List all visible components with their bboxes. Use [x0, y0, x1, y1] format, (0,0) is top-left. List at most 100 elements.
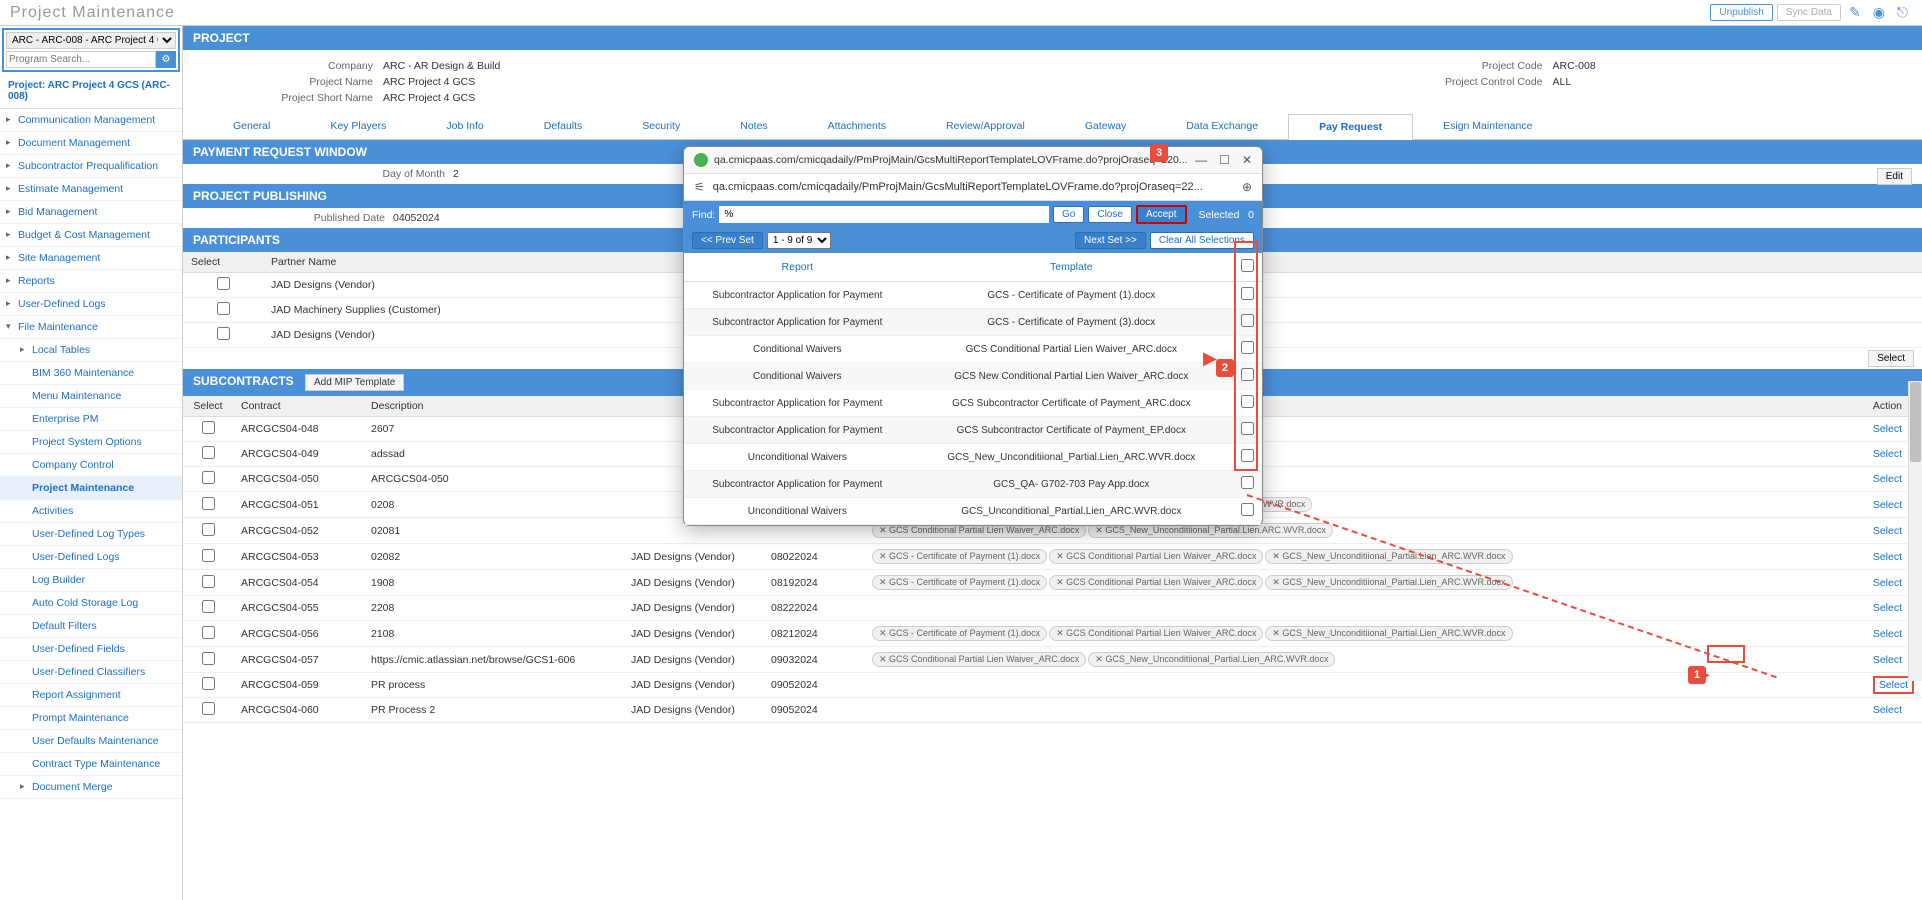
nav-item-budget-cost-management[interactable]: Budget & Cost Management	[0, 224, 182, 247]
zoom-icon[interactable]: ⊕	[1242, 180, 1252, 194]
close-button[interactable]: Close	[1088, 206, 1132, 223]
select-link[interactable]: Select	[1873, 551, 1902, 563]
nav-item-user-defined-classifiers[interactable]: User-Defined Classifiers	[0, 661, 182, 684]
row-checkbox[interactable]	[202, 523, 215, 536]
nav-item-prompt-maintenance[interactable]: Prompt Maintenance	[0, 707, 182, 730]
row-checkbox[interactable]	[202, 497, 215, 510]
next-set-button[interactable]: Next Set >>	[1075, 232, 1146, 249]
tab-defaults[interactable]: Defaults	[514, 114, 613, 139]
tune-icon[interactable]: ⚟	[694, 180, 705, 194]
row-checkbox[interactable]	[1241, 503, 1254, 516]
pill[interactable]: ✕ GCS_New_Unconditiional_Partial.Lien_AR…	[1265, 575, 1512, 590]
nav-item-contract-type-maintenance[interactable]: Contract Type Maintenance	[0, 753, 182, 776]
sync-data-button[interactable]: Sync Data	[1777, 4, 1841, 21]
row-checkbox[interactable]	[217, 302, 230, 315]
pill[interactable]: ✕ GCS - Certificate of Payment (1).docx	[872, 626, 1047, 641]
select-link[interactable]: Select	[1873, 704, 1902, 716]
nav-item-project-maintenance[interactable]: Project Maintenance	[0, 477, 182, 500]
pill[interactable]: ✕ GCS_New_Unconditiional_Partial.Lien_AR…	[1088, 652, 1335, 667]
row-checkbox[interactable]	[202, 446, 215, 459]
row-checkbox[interactable]	[217, 277, 230, 290]
pager-select[interactable]: 1 - 9 of 9	[767, 232, 831, 249]
tab-key-players[interactable]: Key Players	[300, 114, 416, 139]
nav-item-enterprise-pm[interactable]: Enterprise PM	[0, 408, 182, 431]
row-checkbox[interactable]	[202, 549, 215, 562]
pill[interactable]: ✕ GCS_New_Unconditiional_Partial.Lien_AR…	[1265, 549, 1512, 564]
row-checkbox[interactable]	[202, 702, 215, 715]
pill[interactable]: ✕ GCS_New_Unconditiional_Partial.Lien_AR…	[1265, 626, 1512, 641]
nav-item-log-builder[interactable]: Log Builder	[0, 569, 182, 592]
minimize-icon[interactable]: —	[1195, 153, 1207, 167]
go-button[interactable]: Go	[1053, 206, 1084, 223]
nav-item-project-system-options[interactable]: Project System Options	[0, 431, 182, 454]
pill[interactable]: ✕ GCS - Certificate of Payment (1).docx	[872, 549, 1047, 564]
tab-general[interactable]: General	[203, 114, 300, 139]
participants-select-button[interactable]: Select	[1868, 350, 1914, 367]
nav-item-report-assignment[interactable]: Report Assignment	[0, 684, 182, 707]
select-link[interactable]: Select	[1873, 423, 1902, 435]
nav-item-activities[interactable]: Activities	[0, 500, 182, 523]
row-checkbox[interactable]	[202, 600, 215, 613]
maximize-icon[interactable]: ☐	[1219, 153, 1230, 167]
select-link[interactable]: Select	[1873, 525, 1902, 537]
select-link[interactable]: Select	[1873, 654, 1902, 666]
row-checkbox[interactable]	[1241, 368, 1254, 381]
select-link[interactable]: Select	[1873, 602, 1902, 614]
select-link[interactable]: Select	[1873, 628, 1902, 640]
nav-item-site-management[interactable]: Site Management	[0, 247, 182, 270]
tab-review-approval[interactable]: Review/Approval	[916, 114, 1055, 139]
select-link[interactable]: Select	[1873, 448, 1902, 460]
tab-attachments[interactable]: Attachments	[798, 114, 916, 139]
row-checkbox[interactable]	[1241, 314, 1254, 327]
row-checkbox[interactable]	[202, 652, 215, 665]
nav-item-file-maintenance[interactable]: File Maintenance	[0, 316, 182, 339]
row-checkbox[interactable]	[202, 626, 215, 639]
row-checkbox[interactable]	[1241, 422, 1254, 435]
unpublish-button[interactable]: Unpublish	[1710, 4, 1772, 21]
row-checkbox[interactable]	[217, 327, 230, 340]
pill[interactable]: ✕ GCS - Certificate of Payment (1).docx	[872, 575, 1047, 590]
pill[interactable]: ✕ GCS Conditional Partial Lien Waiver_AR…	[1049, 575, 1263, 590]
nav-item-reports[interactable]: Reports	[0, 270, 182, 293]
nav-item-user-defined-log-types[interactable]: User-Defined Log Types	[0, 523, 182, 546]
nav-item-bid-management[interactable]: Bid Management	[0, 201, 182, 224]
nav-item-local-tables[interactable]: Local Tables	[0, 339, 182, 362]
row-checkbox[interactable]	[1241, 395, 1254, 408]
clear-all-button[interactable]: Clear All Selections	[1150, 232, 1254, 249]
nav-item-estimate-management[interactable]: Estimate Management	[0, 178, 182, 201]
nav-item-user-defined-logs[interactable]: User-Defined Logs	[0, 546, 182, 569]
row-checkbox[interactable]	[1241, 287, 1254, 300]
nav-item-user-defined-logs[interactable]: User-Defined Logs	[0, 293, 182, 316]
close-icon[interactable]: ✕	[1242, 153, 1252, 167]
pill[interactable]: ✕ GCS Conditional Partial Lien Waiver_AR…	[872, 652, 1086, 667]
tab-notes[interactable]: Notes	[710, 114, 797, 139]
project-select[interactable]: ARC - ARC-008 - ARC Project 4 GCS	[6, 32, 176, 49]
row-checkbox[interactable]	[1241, 449, 1254, 462]
tab-security[interactable]: Security	[612, 114, 710, 139]
select-link[interactable]: Select	[1873, 499, 1902, 511]
edit-icon[interactable]: ✎	[1845, 4, 1865, 21]
tab-pay-request[interactable]: Pay Request	[1288, 114, 1413, 140]
scrollbar[interactable]	[1908, 381, 1922, 681]
row-checkbox[interactable]	[202, 471, 215, 484]
nav-item-user-defaults-maintenance[interactable]: User Defaults Maintenance	[0, 730, 182, 753]
search-button[interactable]: ⚙	[156, 51, 176, 68]
nav-item-default-filters[interactable]: Default Filters	[0, 615, 182, 638]
tab-job-info[interactable]: Job Info	[416, 114, 513, 139]
row-checkbox[interactable]	[202, 421, 215, 434]
nav-item-document-merge[interactable]: Document Merge	[0, 776, 182, 799]
tab-gateway[interactable]: Gateway	[1055, 114, 1156, 139]
user-icon[interactable]: ◉	[1869, 4, 1889, 21]
edit-button[interactable]: Edit	[1877, 168, 1912, 185]
program-search-input[interactable]	[6, 51, 156, 68]
row-checkbox[interactable]	[202, 575, 215, 588]
tab-esign-maintenance[interactable]: Esign Maintenance	[1413, 114, 1562, 139]
find-input[interactable]	[719, 206, 1049, 223]
nav-item-company-control[interactable]: Company Control	[0, 454, 182, 477]
row-checkbox[interactable]	[1241, 341, 1254, 354]
select-link[interactable]: Select	[1873, 473, 1902, 485]
nav-item-menu-maintenance[interactable]: Menu Maintenance	[0, 385, 182, 408]
nav-item-auto-cold-storage-log[interactable]: Auto Cold Storage Log	[0, 592, 182, 615]
pill[interactable]: ✕ GCS Conditional Partial Lien Waiver_AR…	[1049, 626, 1263, 641]
pill[interactable]: ✕ GCS Conditional Partial Lien Waiver_AR…	[1049, 549, 1263, 564]
